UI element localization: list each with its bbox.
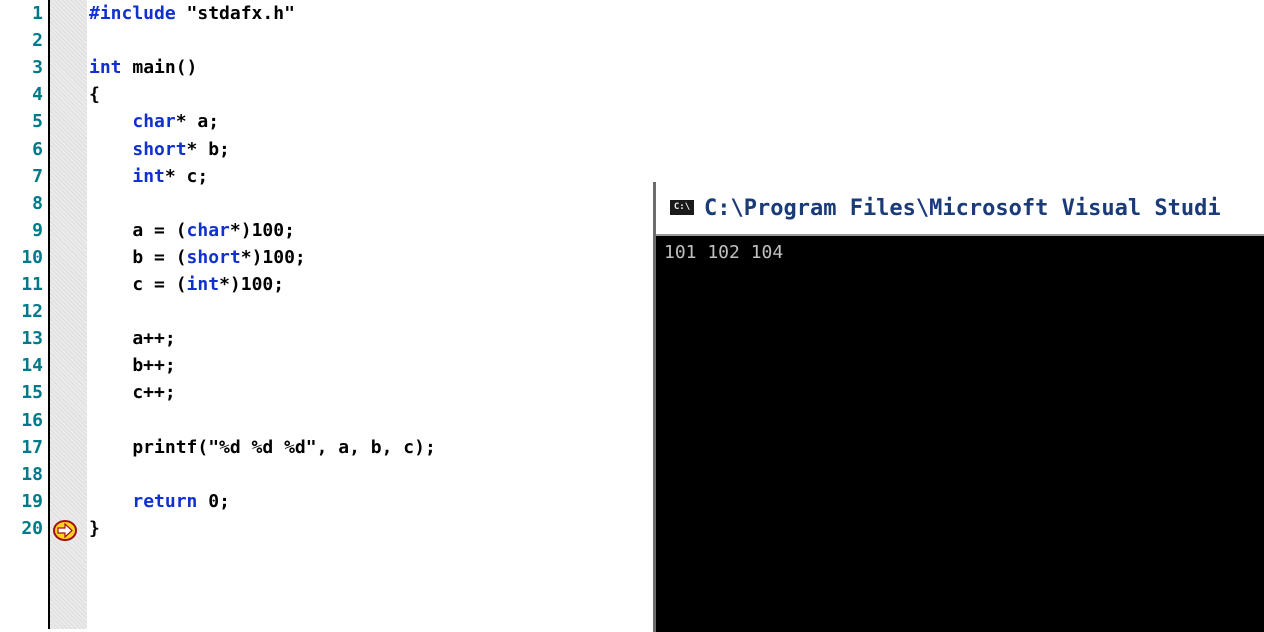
line-number: 16 bbox=[21, 409, 43, 431]
code-line[interactable]: c++; bbox=[89, 382, 176, 404]
current-statement-arrow-icon bbox=[53, 520, 77, 541]
console-icon: C:\ bbox=[670, 200, 694, 215]
code-text: * a; bbox=[175, 111, 220, 133]
code-keyword: return bbox=[132, 490, 198, 512]
code-line[interactable]: return 0; bbox=[89, 490, 230, 512]
line-number: 8 bbox=[32, 192, 43, 214]
code-line[interactable]: #include "stdafx.h" bbox=[89, 4, 295, 24]
code-keyword: short bbox=[186, 246, 241, 268]
code-line[interactable]: b++; bbox=[89, 355, 176, 377]
console-title: C:\Program Files\Microsoft Visual Studi bbox=[704, 196, 1221, 221]
line-number-gutter: 1 2 3 4 5 6 7 8 9 10 11 12 13 14 15 16 17 18 19 20 bbox=[0, 0, 50, 629]
line-number: 5 bbox=[32, 111, 43, 133]
code-text: "stdafx.h" bbox=[175, 3, 295, 24]
code-text: * b; bbox=[186, 138, 230, 160]
line-number: 11 bbox=[21, 274, 43, 295]
code-text: } bbox=[89, 517, 100, 539]
code-text: *)100; bbox=[229, 219, 295, 241]
code-keyword: char bbox=[132, 111, 176, 133]
code-line[interactable]: { bbox=[89, 85, 100, 105]
line-number: 2 bbox=[32, 30, 43, 52]
code-text: main() bbox=[121, 57, 198, 79]
code-line[interactable]: b = (short*)100; bbox=[89, 246, 306, 268]
line-number: 18 bbox=[21, 463, 43, 485]
code-line[interactable]: char* a; bbox=[89, 112, 219, 132]
line-number: 17 bbox=[21, 436, 43, 458]
code-keyword: int bbox=[186, 274, 220, 295]
code-text: 0; bbox=[197, 490, 230, 512]
code-text: * c; bbox=[164, 165, 209, 187]
line-number: 13 bbox=[21, 328, 43, 350]
code-text: b = ( bbox=[89, 246, 187, 268]
code-keyword: short bbox=[132, 138, 187, 160]
line-number: 7 bbox=[32, 165, 43, 187]
code-text: printf("%d %d %d", a, b, c); bbox=[89, 436, 436, 458]
code-line[interactable]: short* b; bbox=[89, 138, 230, 160]
line-number: 15 bbox=[21, 382, 43, 404]
console-output: 101 102 104 bbox=[664, 242, 784, 263]
code-text: a++; bbox=[89, 328, 176, 350]
line-number: 14 bbox=[21, 355, 43, 377]
line-number: 4 bbox=[32, 84, 43, 106]
code-keyword: #include bbox=[89, 3, 176, 24]
line-number: 20 bbox=[21, 517, 43, 539]
line-number: 10 bbox=[21, 246, 43, 268]
code-line[interactable]: c = (int*)100; bbox=[89, 275, 284, 295]
code-line[interactable]: } bbox=[89, 517, 100, 539]
code-line[interactable]: int* c; bbox=[89, 165, 209, 187]
line-number: 12 bbox=[21, 301, 43, 323]
code-keyword: int bbox=[132, 165, 165, 187]
console-window[interactable]: C:\ C:\Program Files\Microsoft Visual St… bbox=[653, 182, 1264, 632]
code-text: { bbox=[89, 84, 100, 106]
console-titlebar[interactable]: C:\ C:\Program Files\Microsoft Visual St… bbox=[656, 182, 1264, 236]
code-line[interactable]: printf("%d %d %d", a, b, c); bbox=[89, 436, 436, 458]
line-number: 6 bbox=[32, 138, 43, 160]
line-number: 9 bbox=[32, 219, 43, 241]
code-keyword: int bbox=[89, 57, 122, 79]
code-text: c = ( bbox=[89, 274, 187, 295]
code-text: a = ( bbox=[89, 219, 187, 241]
code-line[interactable]: a++; bbox=[89, 328, 176, 350]
code-text: *)100; bbox=[240, 246, 306, 268]
code-line[interactable]: int main() bbox=[89, 58, 197, 78]
line-number: 19 bbox=[21, 490, 43, 512]
code-text: *)100; bbox=[219, 274, 285, 295]
line-number: 3 bbox=[32, 57, 43, 79]
code-text: b++; bbox=[89, 355, 176, 377]
line-number: 1 bbox=[32, 3, 43, 24]
code-keyword: char bbox=[186, 219, 230, 241]
code-text: c++; bbox=[89, 382, 176, 404]
code-area[interactable]: #include "stdafx.h" int main(){ char* a; … bbox=[89, 0, 649, 629]
code-line[interactable]: a = (char*)100; bbox=[89, 219, 295, 241]
